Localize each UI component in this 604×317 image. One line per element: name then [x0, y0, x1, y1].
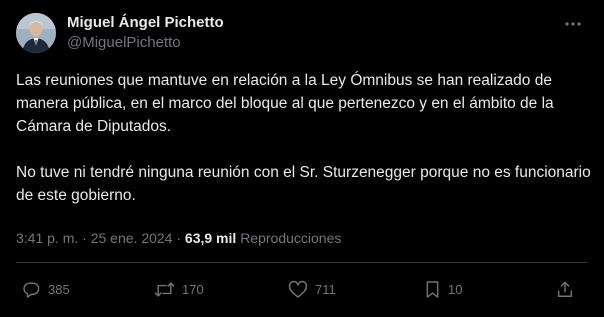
author-handle[interactable]: @MiguelPichetto [67, 33, 181, 53]
share-button[interactable] [556, 275, 574, 303]
bookmark-button[interactable]: 10 [424, 275, 462, 303]
post-date[interactable]: 25 ene. 2024 [91, 230, 173, 246]
share-upload-icon [557, 281, 573, 297]
reply-bubble-icon [23, 281, 40, 298]
bookmark-count: 10 [448, 281, 463, 297]
meta-separator: · [82, 230, 87, 246]
heart-icon [288, 280, 308, 298]
more-dots-icon [565, 22, 581, 26]
views-count: 63,9 mil [184, 230, 237, 246]
meta-separator: · [176, 230, 182, 246]
repost-count: 170 [182, 281, 204, 297]
like-count: 711 [315, 281, 336, 297]
reply-count: 385 [48, 281, 70, 297]
repost-button[interactable]: 170 [154, 275, 204, 303]
like-button[interactable]: 711 [288, 275, 336, 303]
avatar-image [16, 13, 56, 53]
bookmark-icon [426, 280, 439, 298]
repost-arrows-icon [154, 281, 175, 297]
post-text: Las reuniones que mantuve en relación a … [16, 69, 596, 207]
views-label: Reproducciones [240, 230, 342, 246]
post-time[interactable]: 3:41 p. m. [16, 230, 78, 246]
post-metadata: 3:41 p. m. · 25 ene. 2024 · 63,9 mil Rep… [16, 228, 341, 248]
author-name[interactable]: Miguel Ángel Pichetto [67, 13, 224, 33]
divider [16, 262, 588, 263]
reply-button[interactable]: 385 [22, 275, 70, 303]
more-options-button[interactable] [558, 12, 588, 36]
post-paragraph: Las reuniones que mantuve en relación a … [16, 72, 554, 135]
avatar[interactable] [16, 13, 56, 53]
action-bar: 385 170 711 10 [0, 275, 604, 303]
tweet-card: Miguel Ángel Pichetto @MiguelPichetto La… [0, 0, 604, 317]
post-paragraph: No tuve ni tendré ninguna reunión con el… [16, 164, 591, 204]
